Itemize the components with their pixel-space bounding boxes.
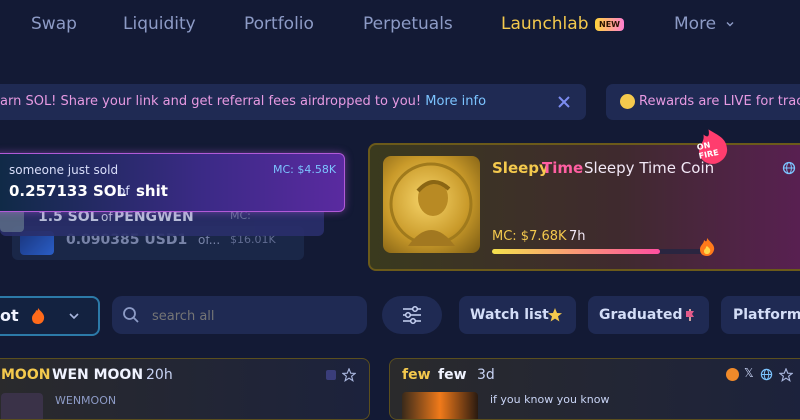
feed-front-mc: MC: $4.58K [273, 163, 337, 176]
platform-icon [326, 370, 336, 380]
feed-front-amount: 0.257133 SOL [9, 182, 127, 200]
feed-front-label: someone just sold [9, 163, 119, 177]
star-icon [548, 308, 562, 322]
feed-middle-of: of [101, 210, 113, 224]
featured-token-card[interactable]: Sleepy Time Sleepy Time Coin ON FIRE MC:… [368, 129, 800, 271]
card-age: 20h [146, 367, 173, 383]
ticker-part-b: Time [542, 159, 584, 177]
rewards-text: Rewards are LIVE for trac [639, 94, 800, 109]
featured-mc: MC: $7.68K [492, 229, 567, 244]
globe-icon[interactable] [760, 368, 773, 381]
card-ticker: MOON [1, 367, 51, 383]
token-card-few[interactable]: few few 3d 𝕏 if you know you know [389, 358, 800, 420]
sliders-icon [403, 305, 421, 325]
coin-portrait-icon [389, 162, 473, 246]
nav-portfolio[interactable]: Portfolio [244, 14, 314, 34]
card-ticker: few [402, 367, 431, 383]
token-thumb [402, 392, 478, 419]
token-image [383, 156, 480, 253]
chevron-down-icon [726, 22, 734, 27]
x-icon[interactable]: 𝕏 [744, 366, 754, 380]
card-name: WEN MOON [52, 367, 144, 383]
nav-launchlab[interactable]: Launchlab [501, 14, 589, 34]
watchlist-button[interactable]: Watch list [459, 296, 576, 334]
search-icon [123, 307, 139, 323]
nav-liquidity[interactable]: Liquidity [123, 14, 196, 34]
bonding-progress-fill [492, 249, 661, 254]
featured-age: 7h [569, 229, 586, 244]
search-bar[interactable] [112, 296, 367, 334]
token-thumb [1, 393, 43, 419]
platforms-label: Platforms [733, 307, 800, 323]
card-age: 3d [477, 367, 495, 383]
referral-banner: arn SOL! Share your link and get referra… [0, 84, 586, 120]
card-subtitle: WENMOON [55, 394, 117, 407]
token-card-wenmoon[interactable]: MOON WEN MOON 20h WENMOON [0, 358, 370, 420]
feed-front-of: of [118, 184, 130, 198]
filter-settings-button[interactable] [382, 296, 442, 334]
ticker-part-a: Sleepy [492, 159, 549, 177]
new-badge: NEW [595, 18, 624, 31]
chevron-down-icon [69, 313, 79, 320]
hot-sort-label: ot [0, 306, 19, 325]
graduation-icon [686, 309, 694, 321]
nav-more-label: More [674, 14, 717, 34]
platform-icon [726, 368, 739, 381]
on-fire-sticker: ON FIRE [688, 123, 735, 168]
feed-card-front[interactable]: someone just sold MC: $4.58K 0.257133 SO… [0, 153, 345, 212]
card-name: few [438, 367, 467, 383]
fire-icon [700, 238, 715, 256]
more-info-link[interactable]: More info [425, 94, 486, 109]
close-icon[interactable] [557, 95, 571, 109]
bonding-progress-bar [492, 249, 708, 254]
graduated-label: Graduated [599, 307, 683, 323]
hot-sort-select[interactable]: ot [0, 296, 100, 336]
flame-icon [32, 308, 45, 324]
watchlist-label: Watch list [470, 307, 549, 323]
nav-more[interactable]: More [674, 14, 735, 34]
star-outline-icon[interactable] [342, 368, 356, 382]
globe-icon[interactable] [782, 161, 796, 175]
referral-text: arn SOL! Share your link and get referra… [0, 94, 422, 109]
nav-swap[interactable]: Swap [31, 14, 77, 34]
nav-perpetuals[interactable]: Perpetuals [363, 14, 453, 34]
platforms-button[interactable]: Platforms [721, 296, 800, 334]
graduated-button[interactable]: Graduated [588, 296, 709, 334]
feed-front-token: shit [136, 182, 168, 200]
emoji-icon [620, 94, 635, 109]
card-description: if you know you know [490, 393, 610, 406]
rewards-banner[interactable]: Rewards are LIVE for trac [606, 84, 800, 120]
search-input[interactable] [150, 305, 354, 327]
star-outline-icon[interactable] [779, 368, 793, 382]
